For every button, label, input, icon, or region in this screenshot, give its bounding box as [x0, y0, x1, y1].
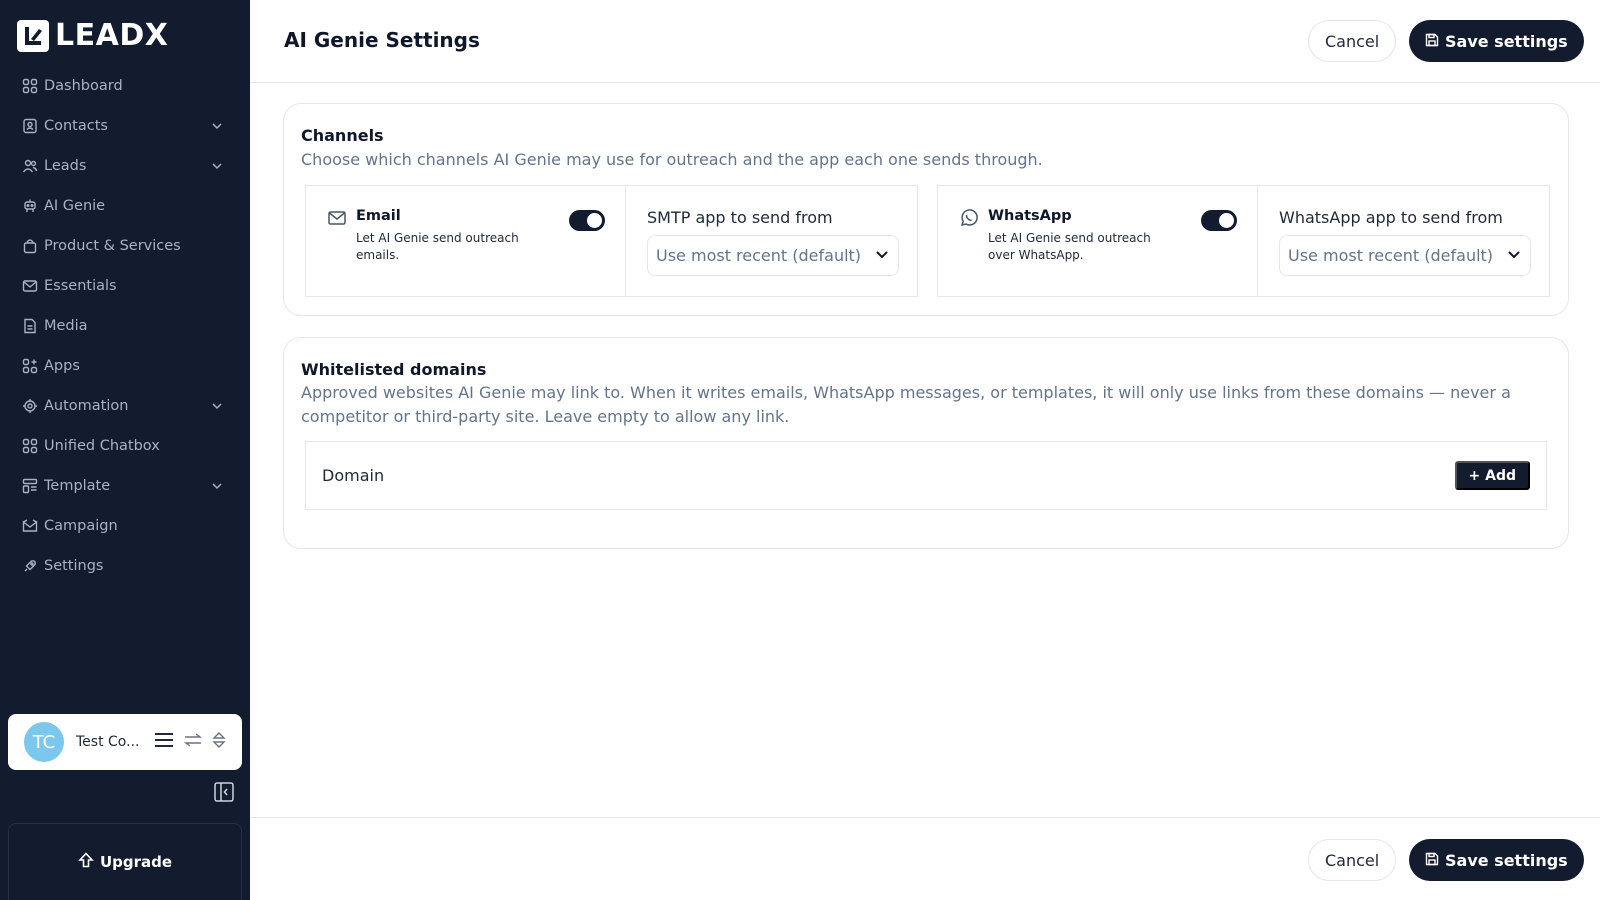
email-channel: Email Let AI Genie send outreach emails.…: [305, 185, 918, 297]
sidebar-item-label: Media: [44, 318, 88, 334]
domain-list: Domain + Add: [305, 441, 1547, 510]
chevron-down-icon: [874, 246, 890, 266]
template-icon: [22, 478, 38, 494]
whatsapp-toggle[interactable]: [1201, 210, 1237, 231]
users-icon: [22, 158, 38, 174]
bot-icon: [22, 198, 38, 214]
collapse-sidebar-icon[interactable]: [214, 782, 234, 802]
save-label: Save settings: [1445, 31, 1568, 51]
whatsapp-channel: WhatsApp Let AI Genie send outreach over…: [937, 185, 1550, 297]
grid-icon: [22, 78, 38, 94]
channels-title: Channels: [301, 126, 384, 145]
apps-icon: [22, 358, 38, 374]
sidebar-item-label: Settings: [44, 558, 104, 574]
smtp-app-select[interactable]: Use most recent (default): [647, 235, 899, 276]
file-icon: [22, 318, 38, 334]
sidebar-item-product-services[interactable]: Product & Services: [0, 226, 250, 266]
chevron-down-icon[interactable]: [210, 479, 224, 493]
sidebar-item-label: Product & Services: [44, 238, 181, 254]
sidebar-item-label: AI Genie: [44, 198, 106, 214]
channels-card: Channels Choose which channels AI Genie …: [283, 103, 1569, 316]
mail-icon: [22, 278, 38, 294]
sidebar-item-label: Campaign: [44, 518, 118, 534]
sidebar-item-dashboard[interactable]: Dashboard: [0, 66, 250, 106]
sidebar-item-label: Automation: [44, 398, 129, 414]
upgrade-label: Upgrade: [99, 853, 173, 871]
brand-logo[interactable]: LEADX: [17, 18, 168, 53]
sidebar-item-settings[interactable]: Settings: [0, 546, 250, 586]
whitelist-title: Whitelisted domains: [301, 360, 487, 379]
save-icon: [1425, 851, 1439, 870]
whatsapp-channel-description: Let AI Genie send outreach over WhatsApp…: [988, 231, 1151, 262]
cancel-button[interactable]: Cancel: [1308, 20, 1397, 62]
page-footer: Cancel Save settings: [250, 817, 1600, 900]
mail-icon: [327, 208, 347, 228]
whitelist-description: Approved websites AI Genie may link to. …: [301, 383, 1511, 426]
sidebar-item-leads[interactable]: Leads: [0, 146, 250, 186]
whatsapp-app-select[interactable]: Use most recent (default): [1279, 235, 1531, 276]
email-channel-name: Email: [356, 208, 401, 224]
chevron-down-icon[interactable]: [210, 399, 224, 413]
whatsapp-select-label: WhatsApp app to send from: [1279, 208, 1503, 227]
sidebar-item-unified-chatbox[interactable]: Unified Chatbox: [0, 426, 250, 466]
sidebar-item-essentials[interactable]: Essentials: [0, 266, 250, 306]
sidebar-item-label: Apps: [44, 358, 80, 374]
sidebar-item-label: Essentials: [44, 278, 117, 294]
sidebar: LEADX Dashboard Contacts Leads AI Genie …: [0, 0, 250, 900]
contact-card-icon: [22, 118, 38, 134]
whatsapp-select-value: Use most recent (default): [1288, 246, 1494, 265]
sidebar-nav: Dashboard Contacts Leads AI Genie Produc…: [0, 66, 250, 586]
footer-cancel-button[interactable]: Cancel: [1308, 839, 1397, 881]
campaign-icon: [22, 518, 38, 534]
sidebar-item-label: Contacts: [44, 118, 108, 134]
user-name: Test Co...: [76, 734, 140, 750]
whitelist-card: Whitelisted domains Approved websites AI…: [283, 337, 1569, 549]
domain-label: Domain: [322, 466, 385, 485]
page-title: AI Genie Settings: [284, 28, 480, 52]
page-header: AI Genie Settings Cancel Save settings: [250, 0, 1600, 83]
email-toggle[interactable]: [569, 210, 605, 231]
user-account-switcher[interactable]: TC Test Co...: [8, 714, 242, 770]
save-label: Save settings: [1445, 850, 1568, 870]
grid-icon: [22, 438, 38, 454]
sidebar-item-automation[interactable]: Automation: [0, 386, 250, 426]
sidebar-item-media[interactable]: Media: [0, 306, 250, 346]
chevron-down-icon[interactable]: [210, 159, 224, 173]
sidebar-item-apps[interactable]: Apps: [0, 346, 250, 386]
upgrade-button[interactable]: Upgrade: [8, 823, 242, 900]
sidebar-item-campaign[interactable]: Campaign: [0, 506, 250, 546]
avatar: TC: [24, 722, 64, 762]
sidebar-item-ai-genie[interactable]: AI Genie: [0, 186, 250, 226]
chevron-up-down-icon[interactable]: [212, 731, 226, 753]
add-domain-button[interactable]: + Add: [1454, 461, 1530, 490]
sidebar-item-contacts[interactable]: Contacts: [0, 106, 250, 146]
gear-bot-icon: [22, 398, 38, 414]
email-channel-description: Let AI Genie send outreach emails.: [356, 231, 519, 262]
bag-icon: [22, 238, 38, 254]
whatsapp-channel-name: WhatsApp: [988, 208, 1072, 224]
rocket-icon: [22, 558, 38, 574]
brand-name: LEADX: [55, 18, 169, 53]
footer-save-settings-button[interactable]: Save settings: [1409, 839, 1584, 881]
sidebar-item-template[interactable]: Template: [0, 466, 250, 506]
channels-description: Choose which channels AI Genie may use f…: [301, 150, 1043, 169]
smtp-select-value: Use most recent (default): [656, 246, 862, 265]
sidebar-item-label: Unified Chatbox: [44, 438, 160, 454]
sidebar-item-label: Template: [44, 478, 111, 494]
save-settings-button[interactable]: Save settings: [1409, 20, 1584, 62]
sidebar-item-label: Dashboard: [44, 78, 123, 94]
save-icon: [1425, 32, 1439, 51]
chevron-down-icon[interactable]: [210, 119, 224, 133]
menu-icon[interactable]: [154, 732, 174, 752]
whatsapp-icon: [959, 208, 979, 228]
switch-arrows-icon[interactable]: [183, 732, 203, 752]
sidebar-item-label: Leads: [44, 158, 87, 174]
upgrade-arrow-icon: [78, 852, 94, 872]
logo-mark-icon: [17, 19, 49, 52]
smtp-select-label: SMTP app to send from: [647, 208, 833, 227]
chevron-down-icon: [1506, 246, 1522, 266]
